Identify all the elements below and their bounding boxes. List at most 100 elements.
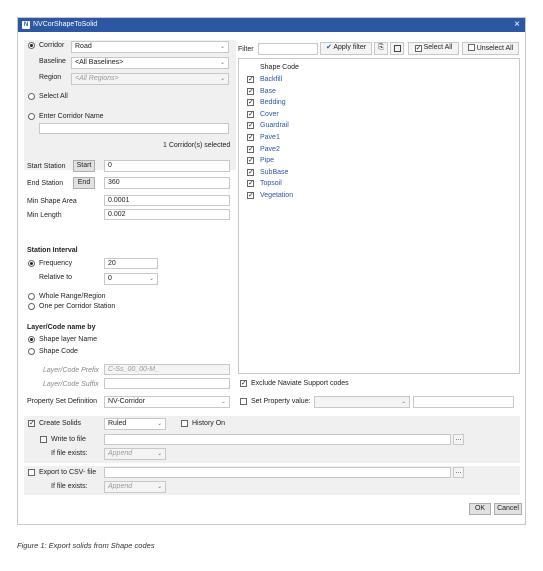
min-length-input[interactable]: 0.002 [104, 209, 230, 220]
corridors-selected-count: 1 Corridor(s) selected [163, 142, 231, 149]
select-all-button[interactable]: ✓ Select All [408, 42, 459, 55]
start-station-label: Start Station [27, 163, 66, 170]
shape-code-list[interactable]: Shape Code ✓ Backfill ✓ Base ✓ Bedding ✓ Cover ✓… [238, 58, 520, 374]
shape-layer-name-label: Shape layer Name [39, 336, 97, 343]
end-station-input[interactable]: 360 [104, 177, 230, 189]
history-on-checkbox[interactable] [181, 420, 188, 427]
corridor-select[interactable]: Road ⌄ [71, 41, 229, 53]
checked-box-icon: ✓ [414, 45, 422, 52]
relative-to-select[interactable]: 0 ⌄ [104, 273, 158, 285]
csv-if-exists-select[interactable]: Append ⌄ [104, 481, 166, 493]
list-item-checkbox[interactable]: ✓ [247, 180, 254, 188]
close-icon[interactable]: × [514, 19, 520, 30]
export-csv-label: Export to CSV- file [39, 469, 97, 476]
one-per-station-label: One per Corridor Station [39, 303, 116, 310]
chevron-down-icon: ⌄ [400, 399, 406, 405]
min-length-label: Min Length [27, 212, 62, 219]
print-icon: ⎘ [378, 44, 384, 51]
list-item-label: Guardrail [260, 122, 289, 130]
suffix-label: Layer/Code Suffix [43, 381, 99, 388]
relative-to-label: Relative to [39, 274, 73, 281]
shape-code-column-header: Shape Code [260, 64, 299, 71]
export-csv-checkbox[interactable] [28, 469, 35, 476]
property-set-select[interactable]: NV-Corridor ⌄ [104, 396, 230, 408]
solids-if-exists-select[interactable]: Append ⌄ [104, 448, 166, 460]
enter-corridor-name-radio[interactable] [28, 113, 35, 120]
exclude-support-label: Exclude Naviate Support codes [251, 380, 349, 387]
ok-button[interactable]: OK [469, 503, 491, 515]
corridor-value: Road [75, 43, 92, 50]
shape-code-label: Shape Code [39, 348, 78, 355]
shape-code-radio[interactable] [28, 348, 35, 355]
list-item-checkbox[interactable]: ✓ [247, 192, 254, 199]
prefix-input[interactable]: C-Ss_00_00-M_ [104, 364, 230, 375]
corridor-radio[interactable] [28, 42, 35, 49]
solid-mode-select[interactable]: Ruled ⌄ [104, 418, 166, 430]
list-item-checkbox[interactable]: ✓ [247, 157, 254, 165]
set-property-label: Set Property value: [251, 398, 311, 405]
save-icon [393, 45, 401, 52]
list-item-checkbox[interactable]: ✓ [247, 168, 254, 176]
list-item-checkbox[interactable]: ✓ [247, 99, 254, 107]
property-select[interactable]: ⌄ [314, 396, 410, 408]
relative-to-value: 0 [108, 275, 112, 282]
min-shape-area-input[interactable]: 0.0001 [104, 195, 230, 206]
one-per-station-radio[interactable] [28, 303, 35, 310]
unselect-all-button[interactable]: Unselect All [462, 42, 519, 55]
csv-browse-button[interactable]: ... [453, 467, 464, 478]
baseline-value: <All Baselines> [75, 59, 124, 66]
list-item-label: Topsoil [260, 180, 282, 188]
corridor-name-input[interactable] [39, 123, 229, 134]
shape-layer-name-radio[interactable] [28, 336, 35, 343]
app-logo-icon: N [22, 21, 30, 29]
corridor-label: Corridor [39, 42, 65, 49]
filter-input[interactable] [258, 43, 318, 55]
list-item-label: Vegetation [260, 192, 294, 199]
csv-if-exists-value: Append [108, 483, 133, 490]
list-item-checkbox[interactable]: ✓ [247, 122, 254, 130]
create-solids-checkbox[interactable]: ✓ [28, 420, 35, 427]
region-select[interactable]: <All Regions> ⌄ [71, 73, 229, 85]
list-item-checkbox[interactable]: ✓ [247, 134, 254, 141]
min-shape-area-label: Min Shape Area [27, 198, 77, 205]
select-all-radio[interactable] [28, 93, 35, 100]
write-to-file-label: Write to file [51, 436, 86, 443]
baseline-select[interactable]: <All Baselines> ⌄ [71, 57, 229, 69]
unselect-all-button-label: Unselect All [476, 45, 514, 52]
write-to-file-checkbox[interactable] [40, 436, 47, 443]
frequency-radio[interactable] [28, 260, 35, 267]
set-property-checkbox[interactable] [240, 398, 247, 405]
property-set-value: NV-Corridor [108, 398, 145, 405]
list-item-checkbox[interactable]: ✓ [247, 76, 254, 83]
apply-filter-label: Apply filter [333, 44, 367, 51]
list-item-checkbox[interactable]: ✓ [247, 110, 254, 118]
chevron-down-icon: ⌄ [219, 76, 225, 82]
list-item-label: Bedding [260, 99, 286, 107]
chevron-down-icon: ⌄ [156, 484, 162, 490]
prefix-label: Layer/Code Prefix [43, 367, 100, 374]
solids-file-path-input[interactable] [104, 434, 451, 445]
property-set-label: Property Set Definition [27, 398, 98, 405]
list-item-label: Pipe [260, 157, 275, 165]
solids-browse-button[interactable]: ... [453, 434, 464, 445]
solids-if-exists-value: Append [108, 450, 133, 457]
apply-filter-button[interactable]: ✔ Apply filter [320, 42, 372, 55]
list-item-checkbox[interactable]: ✓ [247, 87, 254, 95]
checkmark-icon: ✔ [325, 44, 332, 51]
whole-range-radio[interactable] [28, 293, 35, 300]
exclude-support-checkbox[interactable]: ✓ [240, 380, 247, 387]
save-button[interactable] [390, 42, 404, 55]
list-item-checkbox[interactable]: ✓ [247, 145, 254, 153]
layer-code-heading: Layer/Code name by [27, 324, 96, 331]
start-station-input[interactable]: 0 [104, 160, 230, 172]
print-button[interactable]: ⎘ [374, 42, 388, 55]
property-value-input[interactable] [413, 396, 514, 408]
start-station-button[interactable]: Start [73, 160, 95, 172]
frequency-input[interactable]: 20 [104, 258, 158, 269]
cancel-button[interactable]: Cancel [494, 503, 522, 515]
suffix-input[interactable] [104, 378, 230, 389]
filter-label: Filter [238, 46, 254, 53]
csv-file-path-input[interactable] [104, 467, 451, 478]
chevron-down-icon: ⌄ [148, 276, 154, 282]
end-station-button[interactable]: End [73, 177, 95, 189]
